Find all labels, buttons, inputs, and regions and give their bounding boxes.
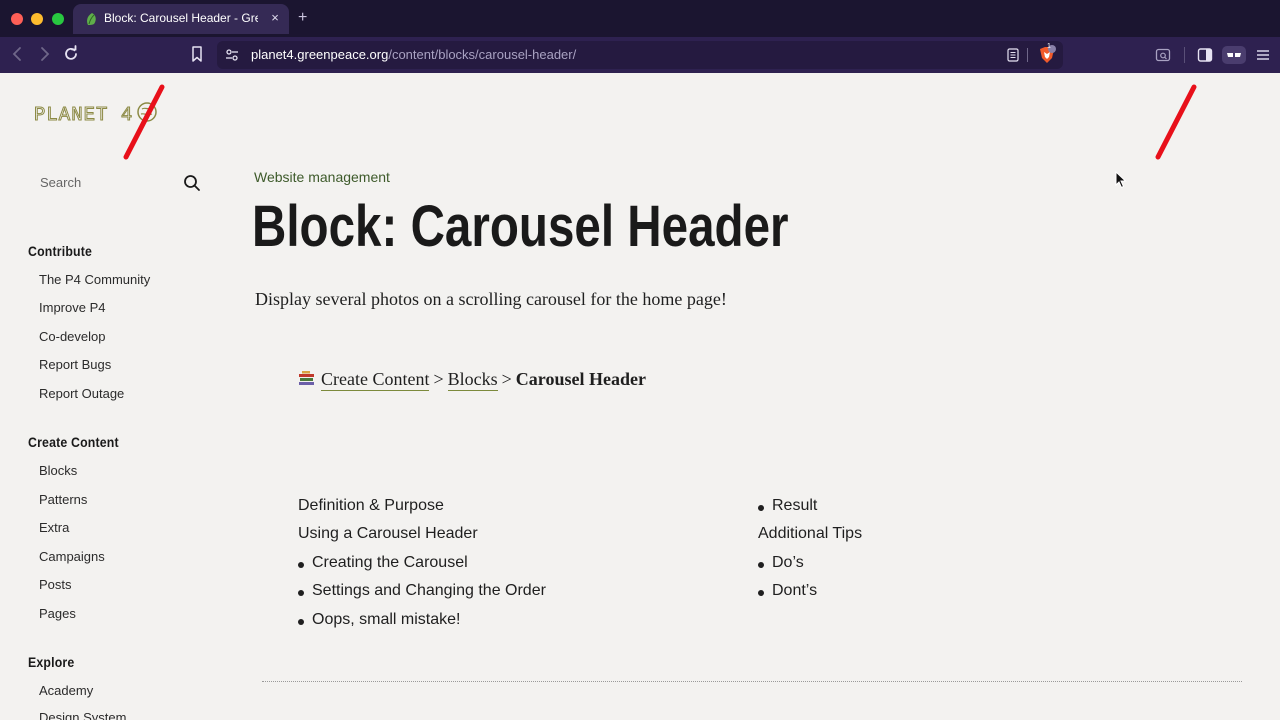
- toc-link[interactable]: Dont’s: [758, 582, 817, 600]
- tab-title: Block: Carousel Header - Gree: [104, 11, 258, 25]
- tab-search-icon[interactable]: [1155, 47, 1171, 63]
- forward-arrow-icon[interactable]: [35, 45, 53, 63]
- toc-link[interactable]: Do’s: [758, 554, 804, 572]
- bullet: [758, 505, 764, 511]
- toc-link[interactable]: Settings and Changing the Order: [298, 582, 546, 600]
- bullet: [758, 590, 764, 596]
- breadcrumb-separator: >: [501, 369, 512, 389]
- nav-item-design-system[interactable]: Design System: [39, 710, 126, 720]
- window-zoom-button[interactable]: [52, 13, 64, 25]
- breadcrumb-link-blocks[interactable]: Blocks: [447, 369, 498, 391]
- toc-link[interactable]: Oops, small mistake!: [298, 611, 460, 629]
- shields-badge-count: 1: [1047, 43, 1051, 50]
- red-annotation-mark: [1155, 84, 1197, 160]
- toolbar-divider: [1184, 47, 1185, 63]
- browser-toolbar: planet4.greenpeace.org/content/blocks/ca…: [0, 37, 1280, 73]
- search-icon[interactable]: [182, 173, 202, 193]
- breadcrumb-current: Carousel Header: [515, 369, 646, 389]
- nav-item-report-outage[interactable]: Report Outage: [39, 386, 124, 401]
- section-divider: [262, 681, 1242, 682]
- new-tab-button[interactable]: +: [298, 9, 307, 27]
- category-kicker-link[interactable]: Website management: [254, 169, 390, 185]
- reload-icon[interactable]: [62, 45, 80, 63]
- toc-link[interactable]: Creating the Carousel: [298, 554, 468, 572]
- site-settings-icon[interactable]: [225, 48, 239, 62]
- books-icon: [299, 371, 314, 385]
- url-path: /content/blocks/carousel-header/: [388, 47, 577, 62]
- menu-hamburger-icon[interactable]: [1255, 47, 1271, 63]
- nav-item-pages[interactable]: Pages: [39, 606, 76, 621]
- nav-item-blocks[interactable]: Blocks: [39, 463, 77, 478]
- nav-item-improve-p4[interactable]: Improve P4: [39, 300, 105, 315]
- mouse-pointer-icon: [1115, 171, 1127, 189]
- tab-close-icon[interactable]: ×: [268, 10, 282, 26]
- nav-item-patterns[interactable]: Patterns: [39, 492, 87, 507]
- nav-item-the-p4-community[interactable]: The P4 Community: [39, 272, 150, 287]
- bullet: [298, 619, 304, 625]
- reader-mode-icon[interactable]: [1006, 48, 1020, 62]
- toc-link-label: Result: [772, 497, 818, 514]
- glasses-icon: [1227, 53, 1241, 57]
- nav-item-co-develop[interactable]: Co-develop: [39, 329, 106, 344]
- bullet: [298, 562, 304, 568]
- address-bar[interactable]: planet4.greenpeace.org/content/blocks/ca…: [217, 41, 1063, 69]
- tab-strip: Block: Carousel Header - Gree × +: [0, 0, 1280, 37]
- nav-item-campaigns[interactable]: Campaigns: [39, 549, 105, 564]
- nav-item-posts[interactable]: Posts: [39, 577, 72, 592]
- sidebar-toggle-icon[interactable]: [1197, 47, 1213, 63]
- search-input[interactable]: [40, 173, 170, 191]
- nav-item-academy[interactable]: Academy: [39, 683, 93, 698]
- nav-section-contribute[interactable]: Contribute: [28, 243, 92, 259]
- nav-item-extra[interactable]: Extra: [39, 520, 69, 535]
- bookmark-icon[interactable]: [188, 45, 206, 63]
- toc-link-label: Oops, small mistake!: [312, 611, 461, 628]
- leo-assistant-button[interactable]: [1222, 46, 1246, 64]
- toc-link-label: Settings and Changing the Order: [312, 582, 546, 599]
- lead-paragraph: Display several photos on a scrolling ca…: [255, 289, 727, 309]
- breadcrumb-separator: >: [433, 369, 444, 389]
- url-divider: [1027, 48, 1028, 62]
- toc-link[interactable]: Additional Tips: [758, 525, 862, 543]
- toc-link[interactable]: Result: [758, 497, 817, 515]
- browser-chrome: Block: Carousel Header - Gree × + planet…: [0, 0, 1280, 73]
- toc-link[interactable]: Using a Carousel Header: [298, 525, 478, 543]
- nav-section-create-content[interactable]: Create Content: [28, 434, 119, 450]
- browser-tab-active[interactable]: Block: Carousel Header - Gree ×: [73, 4, 289, 34]
- toc-link-label: Do’s: [772, 554, 804, 571]
- window-close-button[interactable]: [11, 13, 23, 25]
- nav-section-explore[interactable]: Explore: [28, 654, 74, 670]
- url-host: planet4.greenpeace.org: [251, 47, 389, 62]
- bullet: [758, 562, 764, 568]
- bullet: [298, 590, 304, 596]
- toc-link-label: Creating the Carousel: [312, 554, 468, 571]
- nav-item-report-bugs[interactable]: Report Bugs: [39, 357, 111, 372]
- back-arrow-icon[interactable]: [9, 45, 27, 63]
- breadcrumb-link-create-content[interactable]: Create Content: [321, 369, 430, 391]
- window-minimize-button[interactable]: [31, 13, 43, 25]
- url-text: planet4.greenpeace.org/content/blocks/ca…: [251, 47, 576, 62]
- toc-link[interactable]: Definition & Purpose: [298, 497, 444, 515]
- greenpeace-favicon-icon: [87, 13, 96, 25]
- toc-link-label: Dont’s: [772, 582, 818, 599]
- red-annotation-mark: [123, 84, 165, 160]
- page-title: Block: Carousel Header: [252, 194, 789, 259]
- breadcrumb: Create Content > Blocks > Carousel Header: [298, 369, 646, 391]
- web-page: PLANET 4 Contribute The P4 Community Imp…: [0, 73, 1280, 720]
